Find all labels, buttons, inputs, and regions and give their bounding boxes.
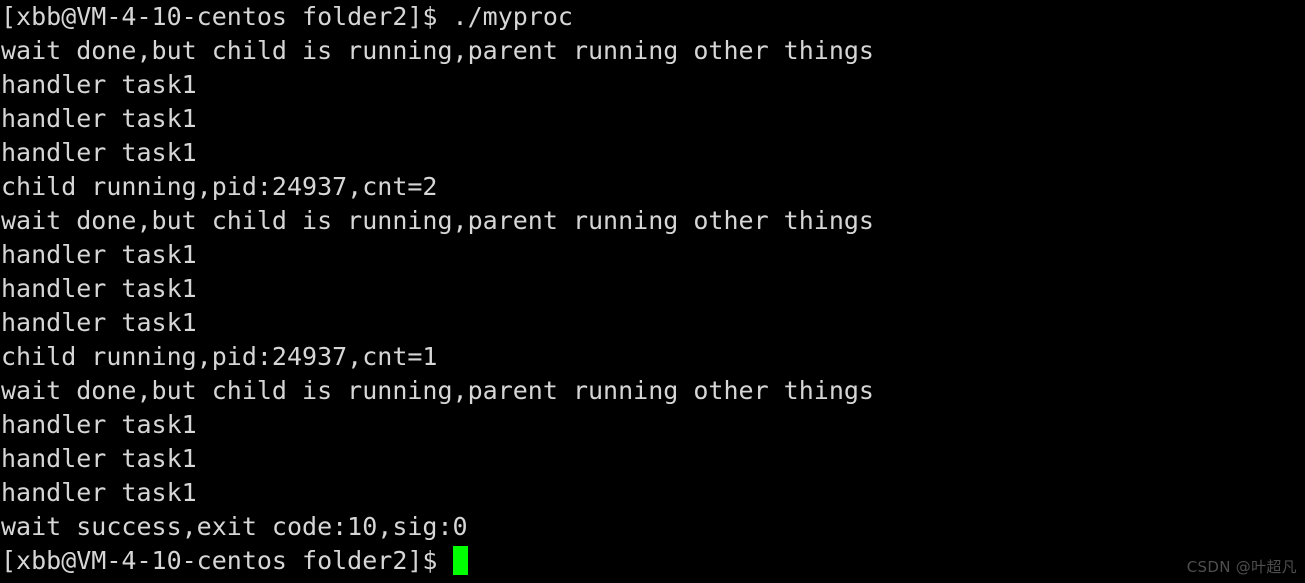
terminal-line: wait done,but child is running,parent ru… — [1, 206, 874, 235]
terminal-line: handler task1 — [1, 478, 197, 507]
terminal-line: handler task1 — [1, 444, 197, 473]
terminal-prompt-line[interactable]: [xbb@VM-4-10-centos folder2]$ — [0, 544, 1305, 578]
terminal-line: handler task1 — [1, 70, 197, 99]
terminal-line: handler task1 — [1, 104, 197, 133]
text-cursor — [452, 546, 468, 575]
terminal-line: handler task1 — [1, 410, 197, 439]
terminal-line: handler task1 — [1, 308, 197, 337]
terminal-line: child running,pid:24937,cnt=1 — [1, 342, 438, 371]
terminal-line: handler task1 — [1, 138, 197, 167]
shell-prompt: [xbb@VM-4-10-centos folder2]$ — [1, 546, 453, 575]
terminal-line: handler task1 — [1, 274, 197, 303]
terminal-window[interactable]: [xbb@VM-4-10-centos folder2]$ ./myproc w… — [0, 0, 1305, 583]
terminal-output: [xbb@VM-4-10-centos folder2]$ ./myproc w… — [0, 0, 1305, 578]
terminal-line: wait success,exit code:10,sig:0 — [1, 512, 468, 541]
terminal-line: [xbb@VM-4-10-centos folder2]$ ./myproc — [1, 2, 573, 31]
terminal-line: child running,pid:24937,cnt=2 — [1, 172, 438, 201]
watermark: CSDN @叶超凡 — [1186, 558, 1297, 576]
terminal-line: handler task1 — [1, 240, 197, 269]
terminal-line: wait done,but child is running,parent ru… — [1, 36, 874, 65]
terminal-line: wait done,but child is running,parent ru… — [1, 376, 874, 405]
